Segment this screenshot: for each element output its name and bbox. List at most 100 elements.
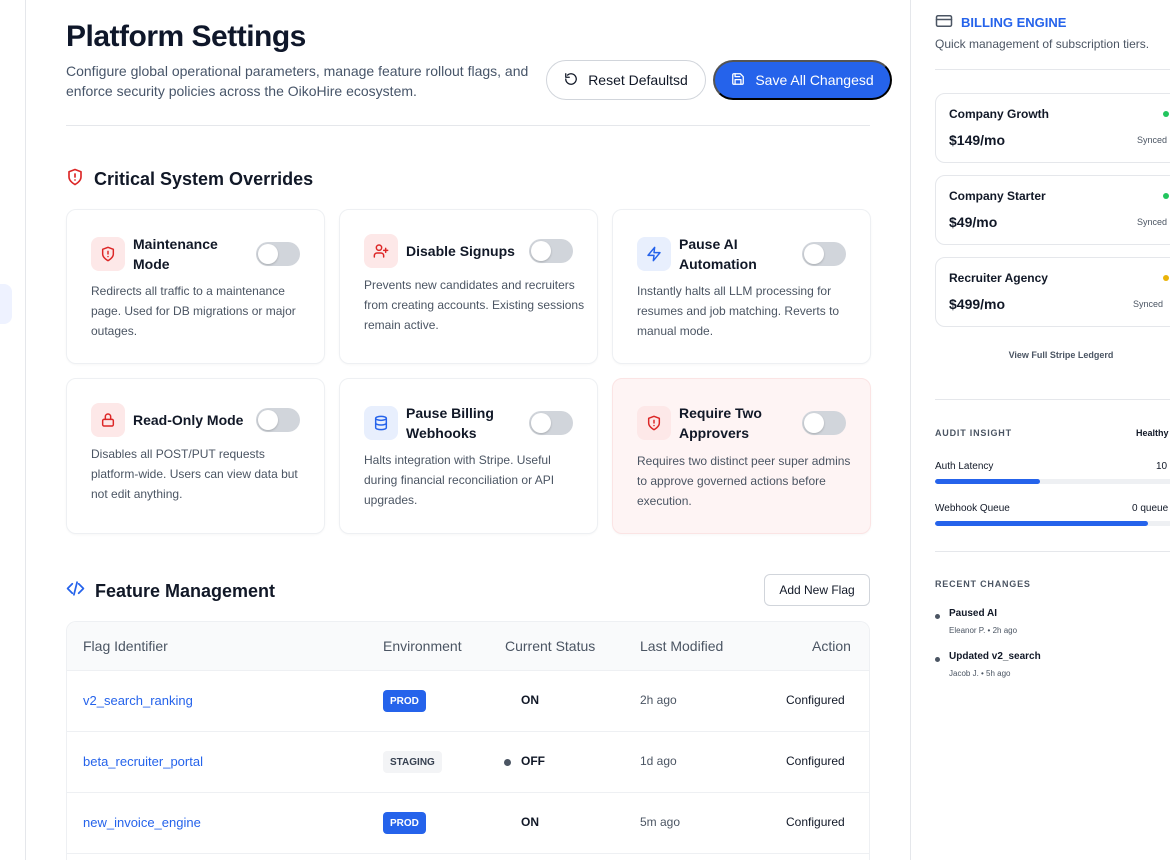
override-card-description: Disables all POST/PUT requests platform-…	[91, 447, 298, 501]
override-card-pause-billing-webhooks: Pause Billing Webhooks Halts integration…	[339, 378, 598, 534]
row-action[interactable]: Configured	[786, 693, 845, 707]
column-header: Flag Identifier	[83, 638, 168, 654]
override-card-read-only-mode: Read-Only Mode Disables all POST/PUT req…	[66, 378, 325, 534]
tier-price: $149/mo	[949, 132, 1006, 148]
status-dot	[504, 759, 511, 766]
last-modified: 1d ago	[640, 754, 677, 768]
override-card-title: Require Two Approvers	[679, 405, 762, 441]
row-action[interactable]: Configured	[786, 754, 845, 768]
override-card-title: Maintenance Mode	[133, 236, 218, 272]
audit-insight-title: AUDIT INSIGHT	[935, 428, 1012, 438]
divider	[935, 551, 1170, 552]
table-row: new_invoice_engine PROD ON 5m ago Config…	[67, 793, 869, 854]
billing-engine-subtitle: Quick management of subscription tiers.	[935, 37, 1150, 51]
save-all-button[interactable]: Save All Changesd	[713, 60, 892, 100]
status-text: OFF	[521, 754, 545, 768]
change-title: Updated v2_search	[949, 651, 1041, 662]
last-modified: 2h ago	[640, 693, 677, 707]
app-root: Platform Settings Configure global opera…	[0, 0, 1170, 860]
tier-status-dot	[1163, 275, 1169, 281]
disable-signups-toggle[interactable]	[529, 239, 573, 263]
status-text: ON	[521, 693, 539, 707]
override-card-title: Read-Only Mode	[133, 412, 244, 428]
alert-shield-icon	[637, 406, 671, 440]
read-only-toggle[interactable]	[256, 408, 300, 432]
flag-identifier-link[interactable]: beta_recruiter_portal	[83, 754, 203, 769]
column-header: Last Modified	[640, 638, 724, 654]
flag-identifier-link[interactable]: new_invoice_engine	[83, 815, 201, 830]
divider	[935, 69, 1170, 70]
code-icon	[66, 579, 85, 603]
environment-badge: STAGING	[383, 751, 442, 773]
metric-label: Webhook Queue	[935, 503, 1010, 514]
override-card-maintenance-mode: Maintenance Mode Redirects all traffic t…	[66, 209, 325, 364]
view-stripe-ledger-link[interactable]: View Full Stripe Ledgerd	[935, 350, 1170, 360]
override-card-require-two-approvers: Require Two Approvers Requires two disti…	[612, 378, 871, 534]
page-title: Platform Settings	[66, 20, 306, 53]
pause-billing-webhooks-toggle[interactable]	[529, 411, 573, 435]
divider	[935, 399, 1170, 400]
tier-status-dot	[1163, 193, 1169, 199]
change-bullet	[935, 657, 940, 662]
tier-card-company-growth[interactable]: Company Growth $149/mo Synced	[935, 93, 1170, 163]
override-card-description: Instantly halts all LLM processing for r…	[637, 284, 840, 338]
add-new-flag-button[interactable]: Add New Flag	[764, 574, 870, 606]
override-card-pause-ai-automation: Pause AI Automation Instantly halts all …	[612, 209, 871, 364]
row-action[interactable]: Configured	[786, 815, 845, 829]
alert-shield-icon	[91, 237, 125, 271]
lock-icon	[91, 403, 125, 437]
right-sidebar: BILLING ENGINE Quick management of subsc…	[910, 0, 1170, 860]
override-card-title: Pause Billing Webhooks	[406, 405, 494, 441]
feature-flags-table: Flag Identifier Environment Current Stat…	[66, 621, 870, 860]
environment-badge: PROD	[383, 690, 426, 712]
tier-status-dot	[1163, 111, 1169, 117]
metric-value: 0 queue	[1132, 503, 1169, 514]
change-meta: Jacob J. • 5h ago	[949, 669, 1011, 678]
tier-sync-status: Synced	[1133, 299, 1164, 309]
reset-defaults-button[interactable]: Reset Defaultsd	[546, 60, 706, 100]
page-subtitle: Configure global operational parameters,…	[66, 63, 529, 99]
table-row: beta_recruiter_portal STAGING OFF 1d ago…	[67, 732, 869, 793]
column-header: Current Status	[505, 638, 596, 654]
change-bullet	[935, 614, 940, 619]
metric-value: 10	[1156, 461, 1168, 472]
main-content: Platform Settings Configure global opera…	[26, 0, 910, 860]
tier-name: Company Growth	[949, 107, 1050, 121]
tier-card-recruiter-agency[interactable]: Recruiter Agency $499/mo Synced	[935, 257, 1170, 327]
billing-engine-header: BILLING ENGINE	[935, 14, 1066, 31]
save-all-label: Save All Changesd	[755, 72, 874, 88]
change-title: Paused AI	[949, 608, 997, 619]
tier-card-company-starter[interactable]: Company Starter $49/mo Synced	[935, 175, 1170, 245]
table-header: Flag Identifier Environment Current Stat…	[67, 622, 869, 671]
column-header: Action	[812, 638, 851, 654]
tier-price: $49/mo	[949, 214, 998, 230]
nav-active-indicator[interactable]	[0, 284, 12, 324]
webhook-queue-bar-fill	[935, 521, 1148, 526]
credit-card-icon	[935, 14, 953, 31]
pause-ai-toggle[interactable]	[802, 242, 846, 266]
overrides-title-text: Critical System Overrides	[94, 169, 314, 189]
maintenance-mode-toggle[interactable]	[256, 242, 300, 266]
lightning-icon	[637, 237, 671, 271]
reset-defaults-label: Reset Defaultsd	[588, 72, 688, 88]
environment-badge: PROD	[383, 812, 426, 834]
user-plus-icon	[364, 234, 398, 268]
override-card-description: Halts integration with Stripe. Useful du…	[364, 453, 555, 507]
require-two-approvers-toggle[interactable]	[802, 411, 846, 435]
override-card-title: Disable Signups	[406, 243, 515, 259]
override-card-description: Requires two distinct peer super admins …	[637, 454, 851, 508]
flag-identifier-link[interactable]: v2_search_ranking	[83, 693, 193, 708]
tier-sync-status: Synced	[1137, 217, 1168, 227]
recent-changes-title: RECENT CHANGES	[935, 579, 1031, 589]
tier-name: Company Starter	[949, 189, 1046, 203]
tier-sync-status: Synced	[1137, 135, 1168, 145]
column-header: Environment	[383, 638, 462, 654]
override-card-title: Pause AI Automation	[679, 236, 757, 272]
auth-latency-bar-fill	[935, 479, 1040, 484]
table-row: v2_search_ranking PROD ON 2h ago Configu…	[67, 671, 869, 732]
last-modified: 5m ago	[640, 815, 681, 829]
alert-shield-icon	[66, 168, 84, 191]
override-card-description: Prevents new candidates and recruiters f…	[364, 278, 585, 332]
billing-engine-title: BILLING ENGINE	[961, 15, 1067, 30]
overrides-section-title: Critical System Overrides	[66, 168, 313, 191]
